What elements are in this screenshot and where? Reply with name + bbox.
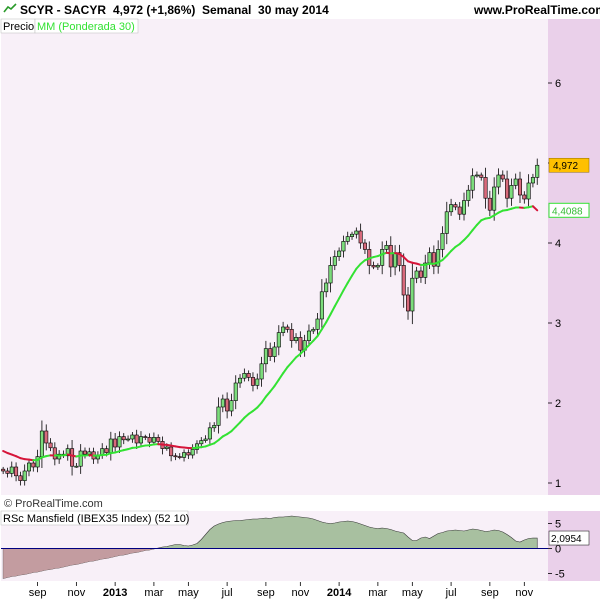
legend-price: Precio xyxy=(3,21,34,33)
x-tick-label: 2014 xyxy=(327,587,352,599)
x-tick-label: nov xyxy=(515,587,533,599)
x-tick-label: mar xyxy=(144,587,163,599)
last-price-label: 4,972 xyxy=(553,161,578,172)
x-tick-label: mar xyxy=(368,587,387,599)
x-tick-label: may xyxy=(402,587,423,599)
x-tick-label: 2013 xyxy=(103,587,127,599)
last-price-box: 4,972 xyxy=(548,157,590,173)
y-tick-label: 3 xyxy=(555,318,561,330)
price-change: 4,972 (+1,86%) xyxy=(113,3,195,17)
price-legend: Precio MM (Ponderada 30) xyxy=(0,18,139,34)
y-tick-label: 6 xyxy=(555,78,561,90)
period-label: Semanal 30 may 2014 xyxy=(202,3,329,17)
ma-value-box: 4,4088 xyxy=(548,202,590,218)
price-panel[interactable] xyxy=(1,19,548,495)
x-tick-label: nov xyxy=(67,587,85,599)
site-link[interactable]: www.ProRealTime.com xyxy=(473,3,600,17)
y-tick-label: 2 xyxy=(555,398,561,410)
x-tick-label: jul xyxy=(445,587,457,599)
x-tick-label: sep xyxy=(29,587,47,599)
mansfield-legend: RSc Mansfield (IBEX35 Index) (52 10) xyxy=(0,510,189,526)
mansfield-tick-label: 5 xyxy=(555,519,561,531)
y-tick-label: 1 xyxy=(555,478,561,490)
symbol-title: SCYR - SACYR xyxy=(20,3,106,17)
chart-svg: 654321 4,972 4,4088 50-5 2,0954 sepnov20… xyxy=(0,0,600,600)
price-axis[interactable] xyxy=(548,19,600,495)
mansfield-tick-label: -5 xyxy=(555,569,565,581)
header: SCYR - SACYR 4,972 (+1,86%) Semanal 30 m… xyxy=(3,3,600,17)
x-tick-label: jul xyxy=(221,587,233,599)
mansfield-tick-label: 0 xyxy=(555,544,561,556)
chart-window: 654321 4,972 4,4088 50-5 2,0954 sepnov20… xyxy=(0,0,600,600)
legend-ma: MM (Ponderada 30) xyxy=(37,21,135,33)
x-tick-label: sep xyxy=(257,587,275,599)
x-tick-label: may xyxy=(178,587,199,599)
mansfield-value-box: 2,0954 xyxy=(548,530,590,546)
y-tick-label: 4 xyxy=(555,238,561,250)
ma-value-label: 4,4088 xyxy=(552,206,583,217)
mansfield-title: RSc Mansfield (IBEX35 Index) (52 10) xyxy=(3,513,189,525)
x-tick-label: sep xyxy=(481,587,499,599)
copyright-label: © ProRealTime.com xyxy=(4,498,103,510)
x-tick-label: nov xyxy=(291,587,309,599)
mansfield-value-label: 2,0954 xyxy=(551,534,582,545)
